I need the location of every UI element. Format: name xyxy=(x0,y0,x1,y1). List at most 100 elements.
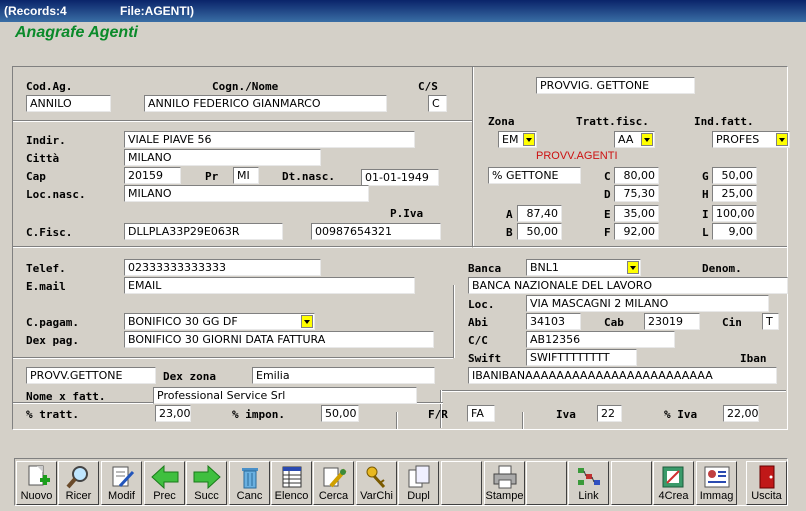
cod-ag-field[interactable]: ANNILO xyxy=(26,95,111,112)
cab-field[interactable]: 23019 xyxy=(644,313,700,330)
chevron-down-icon[interactable] xyxy=(776,133,788,146)
ricer-button[interactable]: Ricer xyxy=(58,461,99,505)
chevron-down-icon[interactable] xyxy=(627,261,639,274)
c-field[interactable]: 80,00 xyxy=(614,167,659,184)
cognome-nome-field[interactable]: ANNILO FEDERICO GIANMARCO xyxy=(144,95,387,112)
provv-field[interactable]: PROVV.GETTONE xyxy=(26,367,156,384)
ind-fatt-select[interactable]: PROFES xyxy=(712,131,790,148)
provvig-field[interactable]: PROVVIG. GETTONE xyxy=(536,77,695,94)
stampe-button[interactable]: Stampe xyxy=(484,461,525,505)
stampe-label: Stampe xyxy=(485,490,524,502)
edit-icon xyxy=(112,466,134,488)
abi-label: Abi xyxy=(468,316,488,329)
uscita-button[interactable]: Uscita xyxy=(746,461,787,505)
cin-field[interactable]: T xyxy=(762,313,779,330)
nuovo-button[interactable]: Nuovo xyxy=(16,461,57,505)
chevron-down-icon[interactable] xyxy=(523,133,535,146)
tratt-fisc-select[interactable]: AA xyxy=(614,131,655,148)
c-label: C xyxy=(604,170,611,183)
tratt-field[interactable]: 23,00 xyxy=(155,405,191,422)
prec-button[interactable]: Prec xyxy=(144,461,185,505)
email-label: E.mail xyxy=(26,280,66,293)
immag-button[interactable]: Immag xyxy=(696,461,737,505)
a-field[interactable]: 87,40 xyxy=(517,205,562,222)
cod-ag-label: Cod.Ag. xyxy=(26,80,73,93)
cap-field[interactable]: 20159 xyxy=(124,167,181,184)
g-field[interactable]: 50,00 xyxy=(712,167,757,184)
citta-field[interactable]: MILANO xyxy=(124,149,321,166)
f-field[interactable]: 92,00 xyxy=(614,223,659,240)
d-label: D xyxy=(604,188,611,201)
zona-value: EM xyxy=(502,133,519,146)
link-icon xyxy=(577,468,600,485)
canc-button[interactable]: Canc xyxy=(229,461,270,505)
pr-field[interactable]: MI xyxy=(233,167,259,184)
cfisc-label: C.Fisc. xyxy=(26,226,73,239)
impon-field[interactable]: 50,00 xyxy=(321,405,359,422)
h-label: H xyxy=(702,188,709,201)
banca-label: Banca xyxy=(468,262,502,275)
gettone-field[interactable]: % GETTONE xyxy=(488,167,581,184)
banca-denom-field[interactable]: BANCA NAZIONALE DEL LAVORO xyxy=(468,277,788,294)
cpagam-select[interactable]: BONIFICO 30 GG DF xyxy=(124,313,315,330)
d-field[interactable]: 75,30 xyxy=(614,185,659,202)
loc-nasc-field[interactable]: MILANO xyxy=(124,185,369,202)
empty-slot xyxy=(611,461,652,505)
nome-fatt-field[interactable]: Professional Service Srl xyxy=(153,387,417,404)
empty-slot xyxy=(526,461,567,505)
varchi-label: VarChi xyxy=(360,490,393,502)
indir-field[interactable]: VIALE PIAVE 56 xyxy=(124,131,415,148)
swift-label: Swift xyxy=(468,352,502,365)
dex-pag-field[interactable]: BONIFICO 30 GIORNI DATA FATTURA xyxy=(124,331,434,348)
dupl-button[interactable]: Dupl xyxy=(398,461,439,505)
search-icon xyxy=(65,466,88,489)
i-field[interactable]: 100,00 xyxy=(712,205,757,222)
crea4-button[interactable]: 4Crea xyxy=(653,461,694,505)
records-count: (Records:4 xyxy=(4,4,67,18)
h-field[interactable]: 25,00 xyxy=(712,185,757,202)
l-field[interactable]: 9,00 xyxy=(712,223,757,240)
zona-select[interactable]: EM xyxy=(498,131,537,148)
list-icon xyxy=(282,466,301,488)
elenco-button[interactable]: Elenco xyxy=(271,461,312,505)
loc-field[interactable]: VIA MASCAGNI 2 MILANO xyxy=(526,295,769,312)
perc-iva-field[interactable]: 22,00 xyxy=(723,405,759,422)
dex-zona-label: Dex zona xyxy=(163,370,216,383)
divider xyxy=(472,67,474,247)
empty-slot xyxy=(441,461,482,505)
provv-agenti-label: PROVV.AGENTI xyxy=(536,150,618,162)
arrow-right-icon xyxy=(193,464,221,490)
fr-field[interactable]: FA xyxy=(467,405,495,422)
cc-field[interactable]: AB12356 xyxy=(526,331,675,348)
chevron-down-icon[interactable] xyxy=(641,133,653,146)
loc-nasc-label: Loc.nasc. xyxy=(26,188,86,201)
e-field[interactable]: 35,00 xyxy=(614,205,659,222)
i-label: I xyxy=(702,208,709,221)
uscita-label: Uscita xyxy=(751,490,782,502)
iban-field[interactable]: IBANIBANAAAAAAAAAAAAAAAAAAAAAAAA xyxy=(468,367,777,384)
link-button[interactable]: Link xyxy=(568,461,609,505)
chevron-down-icon[interactable] xyxy=(301,315,313,328)
cerca-button[interactable]: Cerca xyxy=(313,461,354,505)
swift-field[interactable]: SWIFTTTTTTTT xyxy=(526,349,637,366)
email-field[interactable]: EMAIL xyxy=(124,277,415,294)
banca-select[interactable]: BNL1 xyxy=(526,259,641,276)
cfisc-field[interactable]: DLLPLA33P29E063R xyxy=(124,223,283,240)
cs-field[interactable]: C xyxy=(428,95,447,112)
varchi-button[interactable]: VarChi xyxy=(356,461,397,505)
iva-field[interactable]: 22 xyxy=(597,405,622,422)
telef-field[interactable]: 02333333333333 xyxy=(124,259,321,276)
denom-label: Denom. xyxy=(702,262,742,275)
abi-field[interactable]: 34103 xyxy=(526,313,581,330)
b-field[interactable]: 50,00 xyxy=(517,223,562,240)
modif-button[interactable]: Modif xyxy=(101,461,142,505)
piva-field[interactable]: 00987654321 xyxy=(311,223,441,240)
dex-zona-field[interactable]: Emilia xyxy=(252,367,435,384)
succ-button[interactable]: Succ xyxy=(186,461,227,505)
dt-nasc-field[interactable]: 01-01-1949 xyxy=(361,169,439,186)
cs-label: C/S xyxy=(418,80,438,93)
modif-label: Modif xyxy=(108,490,135,502)
dt-nasc-label: Dt.nasc. xyxy=(282,170,335,183)
g-label: G xyxy=(702,170,709,183)
divider xyxy=(13,246,472,248)
